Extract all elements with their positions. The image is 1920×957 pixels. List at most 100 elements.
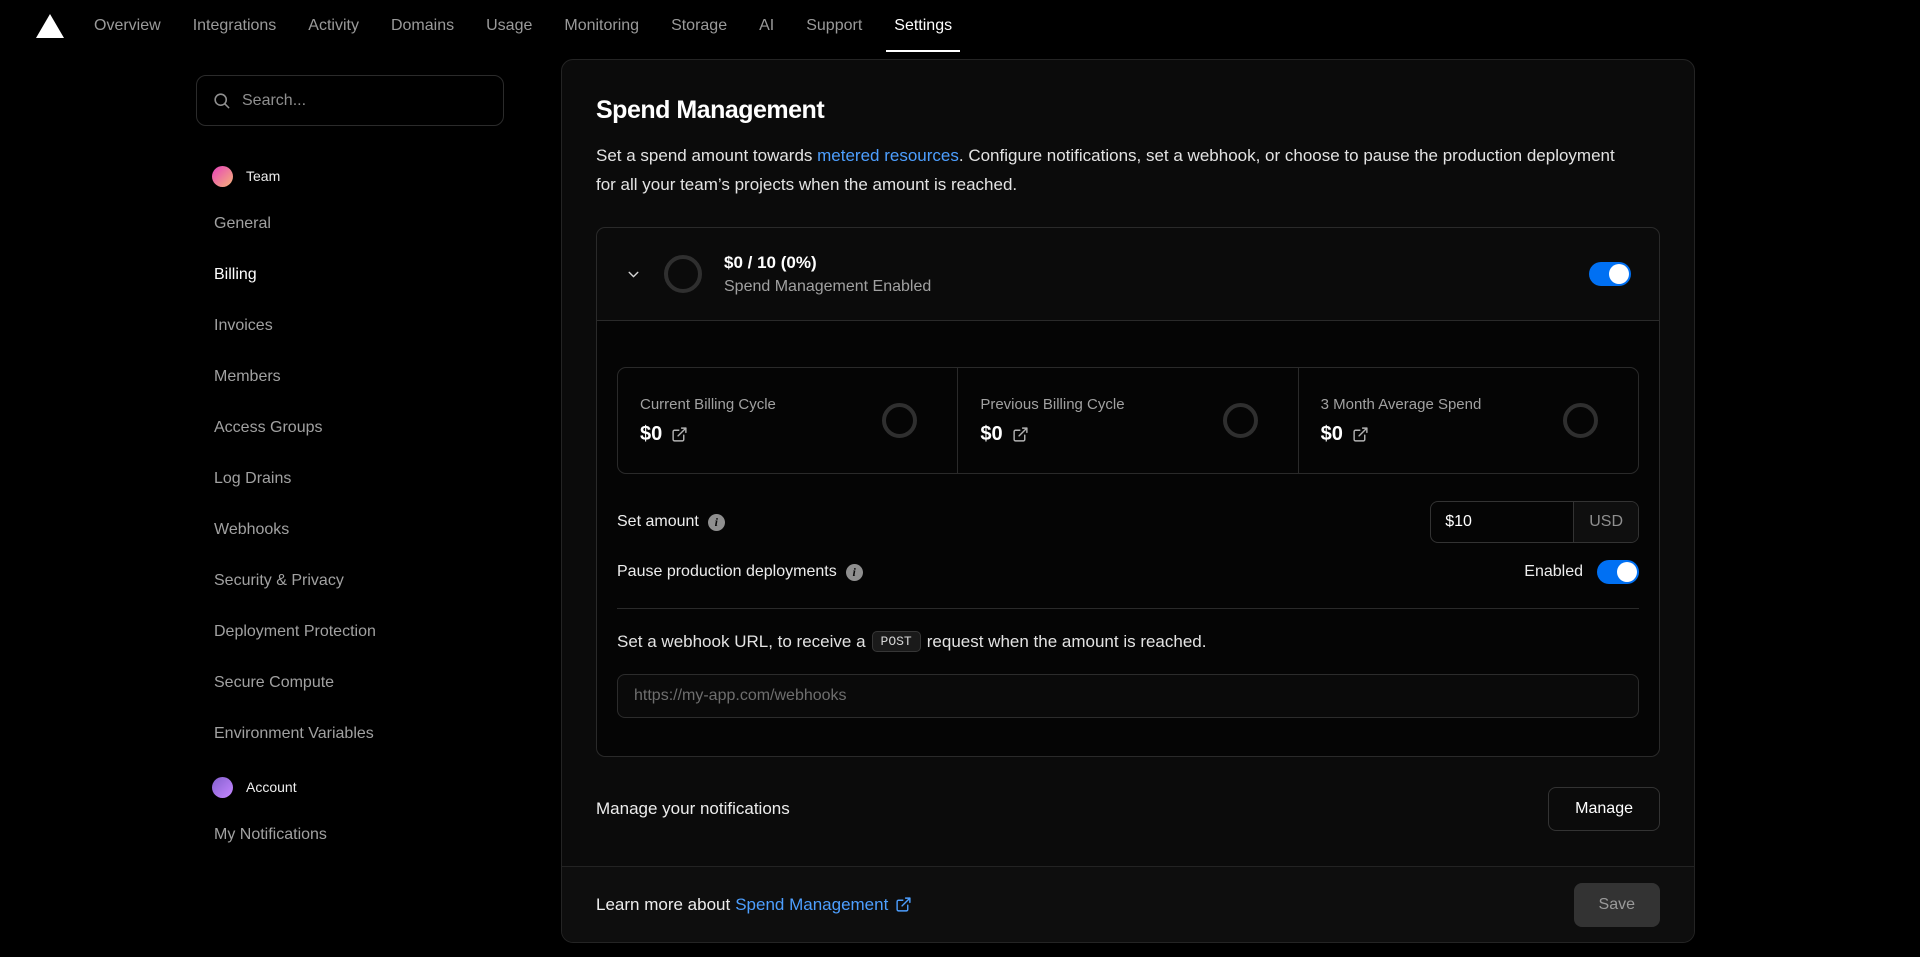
pause-deployments-label: Pause production deployments: [617, 563, 837, 581]
nav-item-overview[interactable]: Overview: [78, 0, 177, 52]
nav-item-integrations[interactable]: Integrations: [177, 0, 293, 52]
webhook-instruction: Set a webhook URL, to receive a POST reque…: [617, 631, 1639, 652]
stat-value: $0: [1321, 423, 1343, 446]
info-icon[interactable]: i: [846, 564, 863, 581]
sidebar-item-invoices[interactable]: Invoices: [196, 300, 504, 351]
billing-stats: Current Billing Cycle $0 Previous Billin…: [617, 367, 1639, 474]
amount-input[interactable]: [1431, 502, 1573, 542]
vercel-triangle-icon: [36, 14, 64, 38]
spend-panel: $0 / 10 (0%) Spend Management Enabled Cu…: [596, 227, 1660, 757]
account-settings-nav: My Notifications: [196, 809, 504, 860]
webhook-text-after: request when the amount is reached.: [927, 632, 1207, 652]
spend-panel-header[interactable]: $0 / 10 (0%) Spend Management Enabled: [597, 228, 1659, 320]
webhook-url-input[interactable]: [617, 674, 1639, 718]
vercel-logo[interactable]: [30, 14, 70, 38]
stat-value: $0: [640, 423, 662, 446]
external-link-icon[interactable]: [671, 426, 688, 443]
pause-control: Enabled: [1524, 560, 1639, 584]
settings-sidebar: Team General Billing Invoices Members Ac…: [196, 75, 504, 943]
toggle-knob: [1617, 562, 1637, 582]
pause-deployments-toggle[interactable]: [1597, 560, 1639, 584]
account-section-label: Account: [246, 779, 297, 795]
nav-item-domains[interactable]: Domains: [375, 0, 470, 52]
page-title: Spend Management: [596, 96, 1660, 125]
post-method-badge: POST: [872, 631, 921, 652]
team-section-label: Team: [246, 168, 280, 184]
stat-gauge-icon: [1223, 403, 1258, 438]
pause-deployments-row: Pause production deployments i Enabled: [617, 560, 1639, 584]
chevron-down-icon[interactable]: [625, 266, 642, 283]
sidebar-item-security-privacy[interactable]: Security & Privacy: [196, 555, 504, 606]
team-avatar: [212, 166, 233, 187]
notifications-label: Manage your notifications: [596, 799, 790, 819]
stat-previous-billing-cycle: Previous Billing Cycle $0: [957, 368, 1297, 473]
info-icon[interactable]: i: [708, 514, 725, 531]
nav-item-ai[interactable]: AI: [743, 0, 790, 52]
spend-management-toggle[interactable]: [1589, 262, 1631, 286]
stat-gauge-icon: [1563, 403, 1598, 438]
stat-label: 3 Month Average Spend: [1321, 396, 1482, 413]
sidebar-item-my-notifications[interactable]: My Notifications: [196, 809, 504, 860]
nav-item-settings[interactable]: Settings: [878, 0, 968, 52]
description-text-before: Set a spend amount towards: [596, 146, 817, 165]
card-footer: Learn more about Spend Management Save: [562, 866, 1694, 942]
spend-management-body: Spend Management Set a spend amount towa…: [562, 60, 1694, 866]
stat-value-row: $0: [980, 423, 1124, 446]
divider: [617, 608, 1639, 609]
search-box[interactable]: [196, 75, 504, 126]
nav-item-monitoring[interactable]: Monitoring: [548, 0, 655, 52]
external-link-icon: [895, 896, 912, 913]
footer-text-before: Learn more about: [596, 895, 730, 915]
content-area: Team General Billing Invoices Members Ac…: [0, 52, 1920, 943]
sidebar-item-webhooks[interactable]: Webhooks: [196, 504, 504, 555]
nav-item-usage[interactable]: Usage: [470, 0, 548, 52]
spend-gauge-icon: [664, 255, 702, 293]
stat-info: 3 Month Average Spend $0: [1321, 396, 1482, 446]
sidebar-item-secure-compute[interactable]: Secure Compute: [196, 657, 504, 708]
page-description: Set a spend amount towards metered resou…: [596, 141, 1626, 199]
search-input[interactable]: [242, 92, 488, 110]
save-button[interactable]: Save: [1574, 883, 1660, 927]
stat-value-row: $0: [1321, 423, 1482, 446]
top-navigation: Overview Integrations Activity Domains U…: [0, 0, 1920, 52]
nav-item-support[interactable]: Support: [790, 0, 878, 52]
account-avatar: [212, 777, 233, 798]
spend-summary: $0 / 10 (0%) Spend Management Enabled: [724, 253, 931, 296]
sidebar-item-billing[interactable]: Billing: [196, 249, 504, 300]
metered-resources-link[interactable]: metered resources: [817, 146, 959, 165]
account-section-header: Account: [212, 773, 504, 801]
toggle-knob: [1609, 264, 1629, 284]
search-icon: [212, 91, 231, 110]
stat-value-row: $0: [640, 423, 776, 446]
spend-management-card: Spend Management Set a spend amount towa…: [561, 59, 1695, 943]
nav-item-storage[interactable]: Storage: [655, 0, 743, 52]
webhook-text-before: Set a webhook URL, to receive a: [617, 632, 866, 652]
set-amount-label-group: Set amount i: [617, 513, 725, 531]
stat-label: Current Billing Cycle: [640, 396, 776, 413]
spend-management-docs-link[interactable]: Spend Management: [735, 895, 912, 915]
spend-status-text: Spend Management Enabled: [724, 278, 931, 296]
manage-button[interactable]: Manage: [1548, 787, 1660, 831]
pause-label-group: Pause production deployments i: [617, 563, 863, 581]
sidebar-item-deployment-protection[interactable]: Deployment Protection: [196, 606, 504, 657]
stat-label: Previous Billing Cycle: [980, 396, 1124, 413]
sidebar-item-environment-variables[interactable]: Environment Variables: [196, 708, 504, 759]
sidebar-item-members[interactable]: Members: [196, 351, 504, 402]
sidebar-item-general[interactable]: General: [196, 198, 504, 249]
external-link-icon[interactable]: [1012, 426, 1029, 443]
spend-panel-details: Current Billing Cycle $0 Previous Billin…: [597, 320, 1659, 756]
stat-info: Current Billing Cycle $0: [640, 396, 776, 446]
footer-link-label: Spend Management: [735, 895, 888, 915]
team-section-header: Team: [212, 162, 504, 190]
sidebar-item-access-groups[interactable]: Access Groups: [196, 402, 504, 453]
set-amount-row: Set amount i USD: [617, 501, 1639, 543]
spend-amount-summary: $0 / 10 (0%): [724, 253, 931, 273]
external-link-icon[interactable]: [1352, 426, 1369, 443]
nav-item-activity[interactable]: Activity: [292, 0, 375, 52]
sidebar-item-log-drains[interactable]: Log Drains: [196, 453, 504, 504]
amount-input-group: USD: [1430, 501, 1639, 543]
stat-current-billing-cycle: Current Billing Cycle $0: [618, 368, 957, 473]
main-nav: Overview Integrations Activity Domains U…: [78, 0, 968, 52]
notifications-row: Manage your notifications Manage: [596, 787, 1660, 831]
set-amount-label: Set amount: [617, 513, 699, 531]
